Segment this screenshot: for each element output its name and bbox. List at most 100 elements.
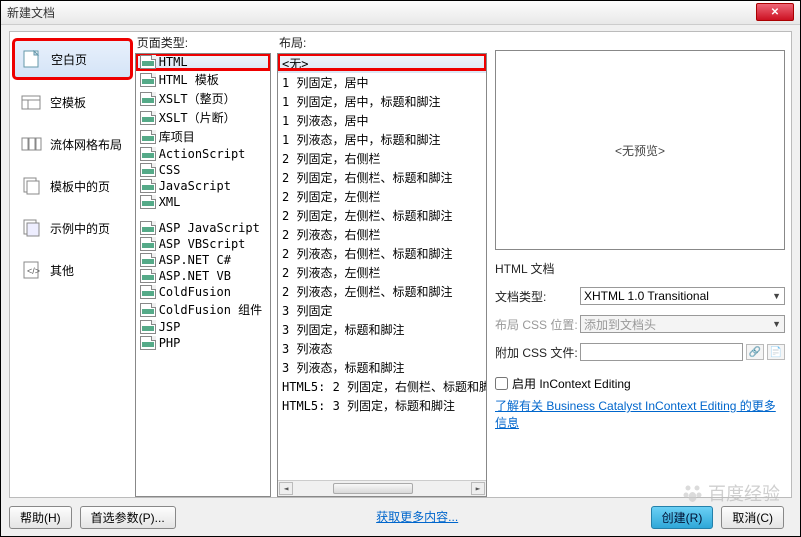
layout-item[interactable]: 1 列固定，居中，标题和脚注 [278,92,486,111]
cancel-button[interactable]: 取消(C) [721,506,784,529]
file-icon [140,253,156,267]
page-type-item-label: HTML 模板 [159,71,219,88]
layout-item-label: 2 列固定，左侧栏 [282,188,380,205]
fluid-grid-icon [20,134,44,154]
layout-item-label: HTML5: 2 列固定，右侧栏、标题和脚注 [282,378,486,395]
blank-page-icon [21,49,45,69]
layout-item[interactable]: <无> [278,54,486,73]
attach-css-label: 附加 CSS 文件: [495,344,580,361]
layout-item[interactable]: 3 列固定 [278,301,486,320]
layout-item-label: 1 列固定，居中 [282,74,368,91]
page-type-item-label: ASP VBScript [159,237,246,251]
page-type-item[interactable]: XML [136,194,270,210]
incontext-checkbox[interactable] [495,377,508,390]
layout-item[interactable]: 3 列固定，标题和脚注 [278,320,486,339]
page-type-item[interactable]: 库项目 [136,127,270,146]
page-type-item-label: JSP [159,320,181,334]
page-type-item[interactable]: HTML 模板 [136,70,270,89]
page-type-item[interactable]: ColdFusion 组件 [136,300,270,319]
file-icon [140,269,156,283]
scroll-thumb[interactable] [333,483,413,494]
layout-item[interactable]: 1 列液态，居中 [278,111,486,130]
sample-page-icon [20,218,44,238]
layout-item-label: 3 列固定 [282,302,332,319]
page-type-item[interactable]: JavaScript [136,178,270,194]
get-more-link[interactable]: 获取更多内容... [376,510,458,524]
page-type-item[interactable]: JSP [136,319,270,335]
title-bar: 新建文档 ✕ [1,1,800,25]
css-position-select: 添加到文档头 ▼ [580,315,785,333]
layout-item[interactable]: 2 列液态，右侧栏 [278,225,486,244]
file-icon [140,147,156,161]
layout-item[interactable]: 1 列固定，居中 [278,73,486,92]
category-page-from-sample[interactable]: 示例中的页 [14,210,131,246]
layout-item[interactable]: 2 列固定，左侧栏、标题和脚注 [278,206,486,225]
page-type-item[interactable]: ASP JavaScript [136,220,270,236]
category-blank-page[interactable]: 空白页 [14,40,131,78]
scroll-right-arrow[interactable]: ► [471,482,485,495]
create-button[interactable]: 创建(R) [651,506,714,529]
layout-item-label: 2 列固定，左侧栏、标题和脚注 [282,207,452,224]
page-type-list[interactable]: HTML HTML 模板 XSLT（整页） XSLT（片断）库项目ActionScri… [135,53,271,497]
layout-list[interactable]: <无>1 列固定，居中1 列固定，居中，标题和脚注1 列液态，居中1 列液态，居… [277,53,487,497]
other-icon: </> [20,260,44,280]
horizontal-scrollbar[interactable]: ◄ ► [278,480,486,496]
layout-item[interactable]: 3 列液态，标题和脚注 [278,358,486,377]
page-type-item[interactable]: ASP VBScript [136,236,270,252]
page-type-item[interactable]: ActionScript [136,146,270,162]
blank-template-icon [20,92,44,112]
page-type-item-label: XML [159,195,181,209]
layout-item[interactable]: 2 列固定，右侧栏 [278,149,486,168]
scroll-left-arrow[interactable]: ◄ [279,482,293,495]
incontext-link[interactable]: 了解有关 Business Catalyst InContext Editing… [495,398,785,432]
category-label: 空模板 [50,94,86,111]
file-icon [140,163,156,177]
layout-item[interactable]: 2 列液态，左侧栏 [278,263,486,282]
attach-css-input[interactable] [580,343,743,361]
file-icon [140,92,156,106]
help-button[interactable]: 帮助(H) [9,506,72,529]
no-preview-text: <无预览> [615,142,665,159]
page-type-item-label: HTML [159,55,188,69]
layout-item[interactable]: 2 列液态，右侧栏、标题和脚注 [278,244,486,263]
page-type-item[interactable]: CSS [136,162,270,178]
layout-item[interactable]: 2 列固定，右侧栏、标题和脚注 [278,168,486,187]
button-bar: 帮助(H) 首选参数(P)... 获取更多内容... 创建(R) 取消(C) [9,504,792,530]
layout-item[interactable]: 3 列液态 [278,339,486,358]
preferences-button[interactable]: 首选参数(P)... [80,506,176,529]
browse-icon-button[interactable]: 📄 [767,344,785,360]
page-type-item[interactable]: XSLT（整页） [136,89,270,108]
category-label: 示例中的页 [50,220,110,237]
incontext-row: 启用 InContext Editing [495,375,785,392]
dialog-window: 新建文档 ✕ 空白页 空模板 流体网格布局 模板中的页 示例中 [0,0,801,537]
page-type-item[interactable]: HTML [136,54,270,70]
file-icon [140,336,156,350]
page-type-item[interactable]: ASP.NET VB [136,268,270,284]
page-type-item[interactable]: ASP.NET C# [136,252,270,268]
layout-item[interactable]: 2 列固定，左侧栏 [278,187,486,206]
category-blank-template[interactable]: 空模板 [14,84,131,120]
link-icon-button[interactable]: 🔗 [746,344,764,360]
layout-item[interactable]: 2 列液态，左侧栏、标题和脚注 [278,282,486,301]
layout-item-label: 2 列固定，右侧栏 [282,150,380,167]
close-button[interactable]: ✕ [756,3,794,21]
layout-item[interactable]: 1 列液态，居中，标题和脚注 [278,130,486,149]
page-type-item-label: XSLT（整页） [159,90,236,107]
layout-item-label: 3 列液态，标题和脚注 [282,359,404,376]
file-icon [140,55,156,69]
close-icon: ✕ [771,7,779,18]
layout-panel: 布局: <无>1 列固定，居中1 列固定，居中，标题和脚注1 列液态，居中1 列… [277,32,487,497]
doctype-select[interactable]: XHTML 1.0 Transitional ▼ [580,287,785,305]
category-fluid-grid[interactable]: 流体网格布局 [14,126,131,162]
preview-area: <无预览> [495,50,785,250]
layout-item[interactable]: HTML5: 2 列固定，右侧栏、标题和脚注 [278,377,486,396]
svg-text:</>: </> [27,266,40,276]
layout-item[interactable]: HTML5: 3 列固定，标题和脚注 [278,396,486,415]
page-type-item[interactable]: ColdFusion [136,284,270,300]
category-other[interactable]: </> 其他 [14,252,131,288]
doctype-row: 文档类型: XHTML 1.0 Transitional ▼ [495,287,785,305]
page-type-item[interactable]: PHP [136,335,270,351]
page-type-item-label: XSLT（片断） [159,109,236,126]
page-type-item[interactable]: XSLT（片断） [136,108,270,127]
category-page-from-template[interactable]: 模板中的页 [14,168,131,204]
